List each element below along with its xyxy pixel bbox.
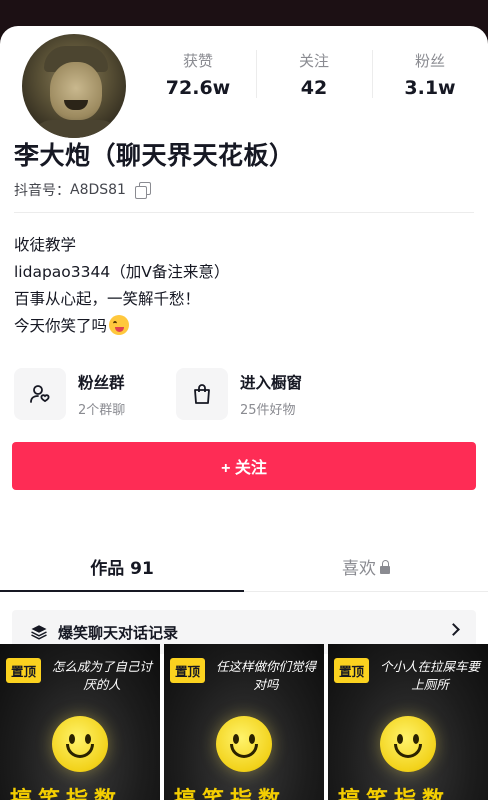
douyin-id-row: 抖音号： A8DS81 — [14, 180, 151, 200]
video-bottom-text: 搞笑指数 — [174, 782, 286, 800]
follow-button[interactable]: + 关注 — [12, 442, 476, 490]
shortcut-title: 粉丝群 — [78, 373, 125, 392]
fan-group-shortcut[interactable]: 粉丝群 2个群聊 — [14, 366, 125, 422]
video-bottom-text: 搞笑指数 — [10, 782, 122, 800]
stat-followers[interactable]: 粉丝 3.1w — [372, 26, 488, 126]
tab-label: 喜欢 — [342, 559, 376, 579]
profile-stats: 获赞 72.6w 关注 42 粉丝 3.1w — [140, 26, 488, 126]
lock-icon — [380, 560, 390, 574]
stat-label: 关注 — [298, 52, 329, 70]
video-caption: 任这样做你们觉得对吗 — [215, 659, 316, 692]
video-thumbnail[interactable]: 置顶 怎么成为了自己讨厌的人 搞笑指数 — [0, 644, 160, 800]
tab-likes[interactable]: 喜欢 — [244, 546, 488, 591]
avatar[interactable] — [18, 30, 130, 142]
profile-bio: 收徒教学 lidapao3344（加Ⅴ备注来意） 百事从心起，一笑解千愁！ 今天… — [14, 232, 229, 340]
video-thumbnail[interactable]: 置顶 任这样做你们觉得对吗 搞笑指数 — [164, 644, 324, 800]
wink-emoji-icon — [109, 315, 130, 335]
smiley-icon — [216, 716, 272, 772]
fan-group-icon — [14, 368, 66, 420]
profile-name: 李大炮（聊天界天花板） — [14, 141, 295, 170]
stat-label: 获赞 — [182, 52, 213, 70]
shortcut-title: 进入橱窗 — [240, 373, 303, 392]
tab-label: 作品 91 — [90, 559, 154, 579]
shortcut-subtitle: 2个群聊 — [78, 402, 126, 418]
video-bottom-text: 搞笑指数 — [338, 782, 450, 800]
stat-label: 粉丝 — [414, 52, 445, 70]
pinned-badge: 置顶 — [170, 658, 206, 683]
douyin-id-label: 抖音号： — [14, 183, 70, 199]
video-grid: 置顶 怎么成为了自己讨厌的人 搞笑指数 置顶 任这样做你们觉得对吗 搞笑指数 置… — [0, 644, 488, 800]
collection-title: 爆笑聊天对话记录 — [58, 623, 179, 642]
stat-likes[interactable]: 获赞 72.6w — [140, 26, 256, 126]
pinned-badge: 置顶 — [6, 658, 42, 683]
douyin-id-value: A8DS81 — [70, 182, 126, 198]
video-caption: 个小人在拉屎车要上厕所 — [379, 659, 480, 692]
bio-line-with-emoji: 今天你笑了吗 — [14, 313, 229, 340]
showcase-shortcut[interactable]: 进入橱窗 25件好物 — [176, 366, 302, 422]
follow-button-label: + 关注 — [221, 460, 267, 477]
profile-shortcuts: 粉丝群 2个群聊 进入橱窗 25件好物 — [14, 366, 474, 422]
copy-icon[interactable] — [134, 182, 151, 199]
stat-value: 42 — [300, 77, 328, 99]
bio-line-text: 今天你笑了吗 — [14, 317, 108, 335]
bio-line: 百事从心起，一笑解千愁！ — [14, 290, 201, 308]
stat-following[interactable]: 关注 42 — [256, 26, 372, 126]
tab-works[interactable]: 作品 91 — [0, 546, 244, 592]
bio-line: lidapao3344（加Ⅴ备注来意） — [14, 263, 230, 281]
video-thumbnail[interactable]: 置顶 个小人在拉屎车要上厕所 搞笑指数 — [328, 644, 488, 800]
video-caption: 怎么成为了自己讨厌的人 — [51, 659, 152, 692]
smiley-icon — [380, 716, 436, 772]
pinned-badge: 置顶 — [334, 658, 370, 683]
shortcut-subtitle: 25件好物 — [240, 402, 296, 418]
chevron-right-icon — [447, 623, 460, 636]
divider — [14, 212, 474, 213]
bio-line: 收徒教学 — [14, 236, 77, 254]
profile-card: 获赞 72.6w 关注 42 粉丝 3.1w 李大炮（聊天界天花板） 抖音号： … — [0, 26, 488, 800]
layers-icon — [31, 625, 47, 640]
content-tabs: 作品 91 喜欢 — [0, 546, 488, 592]
shopping-bag-icon — [176, 368, 228, 420]
smiley-icon — [52, 716, 108, 772]
stat-value: 3.1w — [404, 77, 456, 99]
avatar-face — [50, 62, 102, 120]
stat-value: 72.6w — [165, 77, 231, 99]
